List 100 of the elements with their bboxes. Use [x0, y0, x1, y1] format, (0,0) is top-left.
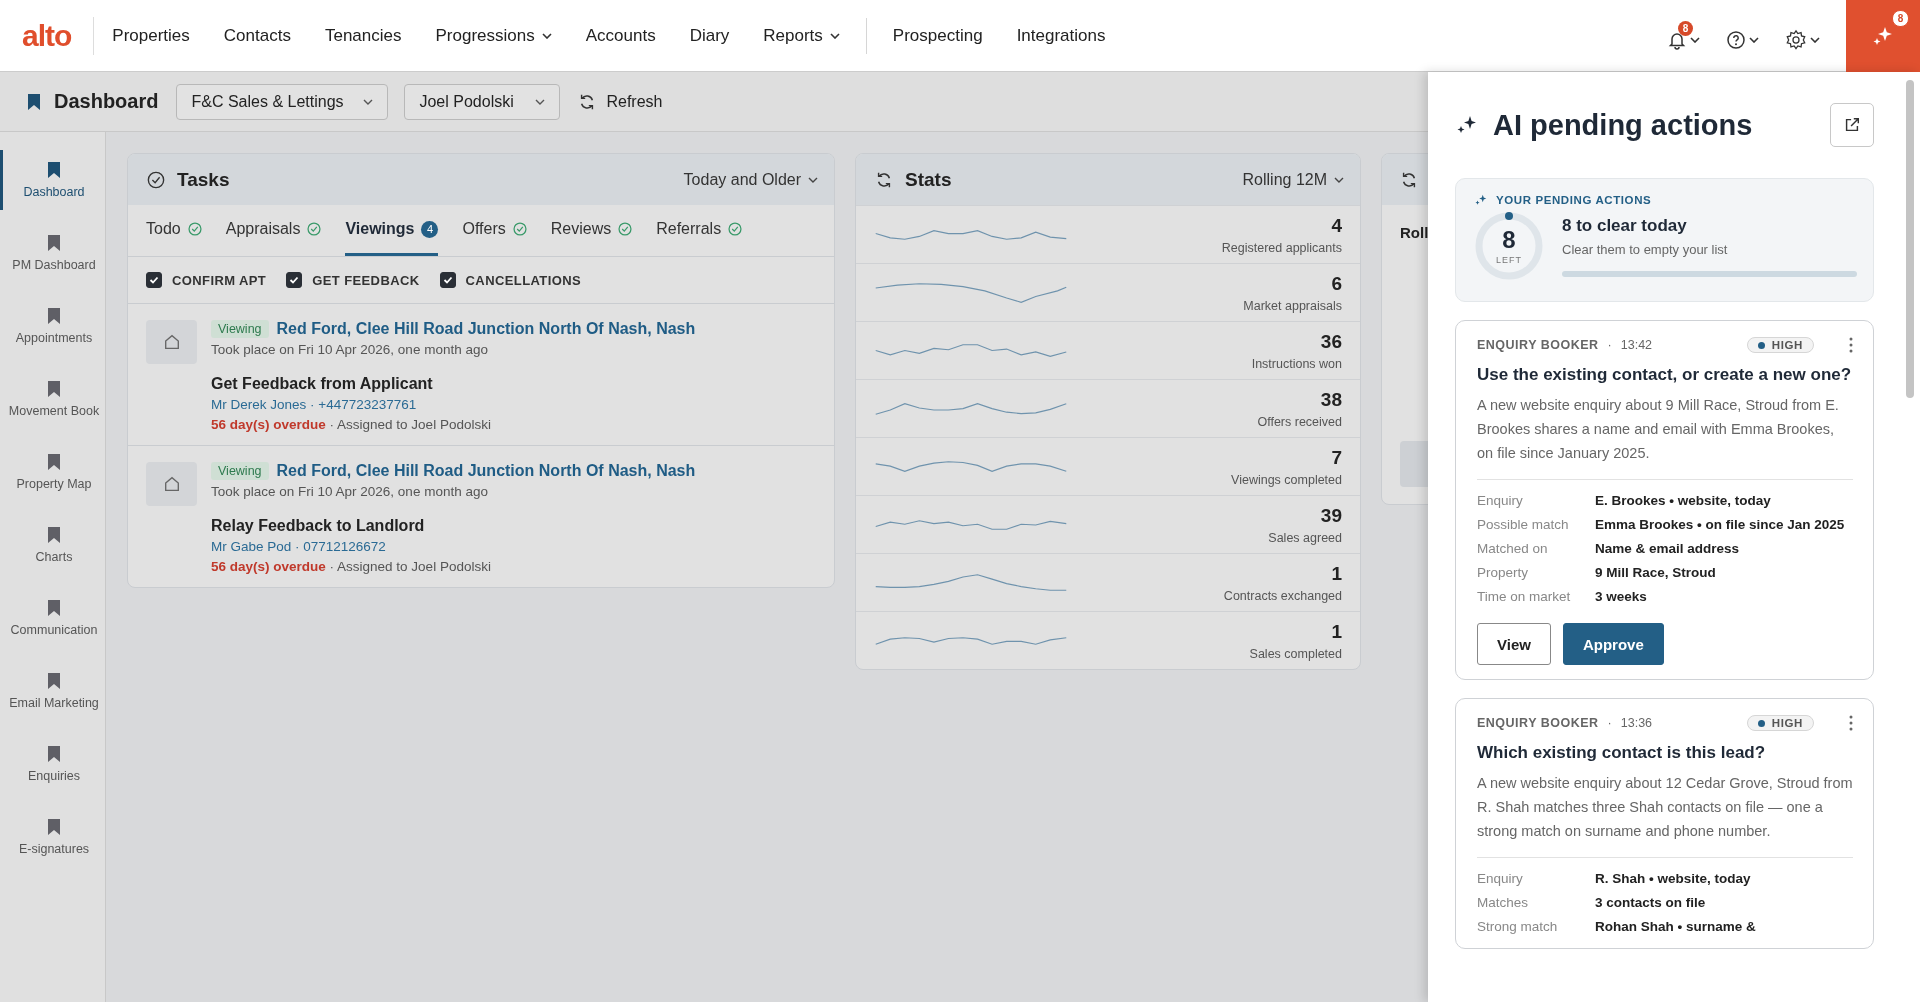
caret-icon: [829, 32, 840, 39]
notifications-button[interactable]: 8: [1667, 21, 1700, 50]
sidebar-item[interactable]: E-signatures: [0, 807, 105, 867]
nav-link[interactable]: Diary: [689, 25, 730, 46]
checkbox[interactable]: [286, 272, 303, 288]
count-badge: 4: [421, 220, 439, 238]
check-circle-icon: [147, 170, 165, 189]
assignee-text: · Assigned to Joel Podolski: [329, 559, 491, 574]
caret-icon: [363, 98, 374, 105]
caret-icon: [1749, 37, 1759, 43]
house-icon: [146, 462, 197, 506]
house-icon: [146, 320, 197, 364]
panel-title: AI pending actions: [1493, 108, 1753, 142]
action-description: A new website enquiry about 12 Cedar Grove, Stroud from R. Shah matches three Shah contacts on file — one a strong match on surname and phone number.: [1477, 771, 1853, 858]
bookmark-icon: [28, 93, 40, 110]
sidebar-item[interactable]: Appointments: [0, 296, 105, 356]
tab[interactable]: Todo: [146, 205, 202, 256]
detail-label: Strong match: [1477, 919, 1559, 934]
action-time: 13:42: [1620, 338, 1653, 352]
nav-link[interactable]: Progressions: [435, 25, 552, 46]
sidebar-item[interactable]: Email Marketing: [0, 661, 105, 721]
user-select[interactable]: Joel Podolski: [404, 83, 561, 120]
address-link[interactable]: Red Ford, Clee Hill Road Junction North Of Nash, Nash: [276, 320, 696, 338]
stat-value: 7: [1331, 446, 1342, 469]
sidebar-item[interactable]: Movement Book: [0, 369, 105, 429]
external-link-icon: [1843, 116, 1861, 134]
assignee-text: · Assigned to Joel Podolski: [329, 417, 491, 432]
address-link[interactable]: Red Ford, Clee Hill Road Junction North Of Nash, Nash: [276, 462, 696, 480]
refresh-icon: [1400, 170, 1418, 189]
detail-value: Name & email address: [1595, 541, 1741, 556]
card-title: Stats: [905, 168, 952, 191]
stat-label: Sales agreed: [1268, 530, 1342, 545]
bookmark-icon: [48, 307, 60, 325]
nav-link[interactable]: Accounts: [585, 25, 656, 46]
checkmark-icon: [442, 275, 453, 285]
sidebar-item[interactable]: Charts: [0, 515, 105, 575]
more-icon[interactable]: [1849, 337, 1853, 353]
detail-value: E. Brookes • website, today: [1595, 493, 1772, 508]
contact-link[interactable]: Mr Gabe Pod · 07712126672: [211, 539, 696, 554]
page-title: Dashboard: [54, 90, 159, 113]
detail-value: 9 Mill Race, Stroud: [1595, 565, 1717, 580]
scrollbar[interactable]: [1906, 80, 1914, 398]
stat-value: 36: [1320, 330, 1342, 353]
contact-link[interactable]: Mr Derek Jones · +447723237761: [211, 397, 696, 412]
sidebar-item[interactable]: Dashboard: [0, 150, 105, 210]
priority-badge: HIGH: [1746, 337, 1814, 353]
action-source: ENQUIRY BOOKER: [1477, 338, 1599, 352]
nav-link[interactable]: Prospecting: [865, 17, 983, 54]
tab[interactable]: Referrals: [656, 205, 743, 256]
sidebar-item[interactable]: Enquiries: [0, 734, 105, 794]
view-button[interactable]: View: [1477, 623, 1551, 665]
priority-badge: HIGH: [1746, 715, 1814, 731]
nav-link[interactable]: Reports: [763, 25, 840, 46]
separator-dot: ·: [1607, 338, 1612, 352]
action-title: Which existing contact is this lead?: [1477, 743, 1767, 763]
help-icon: [1726, 30, 1746, 50]
nav-link[interactable]: Tenancies: [324, 25, 402, 46]
task-title: Relay Feedback to Landlord: [211, 517, 426, 535]
sidebar-item[interactable]: PM Dashboard: [0, 223, 105, 283]
refresh-button[interactable]: Refresh: [578, 92, 663, 111]
type-tag: Viewing: [211, 320, 269, 338]
checkmark-icon: [289, 275, 300, 285]
detail-label: Possible match: [1477, 517, 1570, 532]
ai-button[interactable]: 8: [1846, 0, 1920, 72]
action-description: A new website enquiry about 9 Mill Race, Stroud from E. Brookes shares a name and email with Emma Brookes, on file since January 2025.: [1477, 393, 1853, 480]
detail-label: Matches: [1477, 895, 1530, 910]
action-source: ENQUIRY BOOKER: [1477, 716, 1599, 730]
detail-label: Enquiry: [1477, 493, 1524, 508]
sidebar-item[interactable]: Property Map: [0, 442, 105, 502]
sidebar-item[interactable]: Communication: [0, 588, 105, 648]
notification-badge: 8: [1678, 21, 1693, 36]
settings-icon: [1785, 29, 1807, 51]
logo[interactable]: alto: [0, 16, 95, 55]
tab[interactable]: Appraisals: [225, 205, 322, 256]
open-external-button[interactable]: [1830, 103, 1874, 147]
summary-subtitle: Clear them to empty your list: [1562, 241, 1729, 257]
bookmark-icon: [48, 234, 60, 252]
bookmark-icon: [48, 818, 60, 836]
checkbox-label: GET FEEDBACK: [312, 272, 420, 288]
checkbox[interactable]: [146, 272, 162, 288]
stat-value: 1: [1331, 562, 1342, 585]
period-dropdown[interactable]: Today and Older: [683, 170, 818, 189]
nav-link[interactable]: Properties: [112, 25, 190, 46]
period-dropdown[interactable]: Rolling 12M: [1242, 170, 1344, 189]
tab[interactable]: Offers: [462, 205, 527, 256]
stat-value: 4: [1331, 214, 1342, 237]
nav-link[interactable]: Integrations: [1016, 25, 1106, 46]
section-heading: YOUR PENDING ACTIONS: [1496, 194, 1652, 206]
nav-link[interactable]: Contacts: [223, 25, 291, 46]
caret-icon: [535, 98, 546, 105]
caret-icon: [1690, 37, 1700, 43]
approve-button[interactable]: Approve: [1562, 623, 1664, 665]
branch-select[interactable]: F&C Sales & Lettings: [176, 83, 389, 120]
tab[interactable]: Reviews: [550, 205, 633, 256]
more-icon[interactable]: [1849, 715, 1853, 731]
tab[interactable]: Viewings 4: [345, 205, 439, 256]
stat-label: Instructions won: [1251, 356, 1342, 371]
task-title: Get Feedback from Applicant: [211, 375, 434, 393]
count-caption: LEFT: [1496, 254, 1522, 265]
checkbox[interactable]: [439, 272, 456, 288]
